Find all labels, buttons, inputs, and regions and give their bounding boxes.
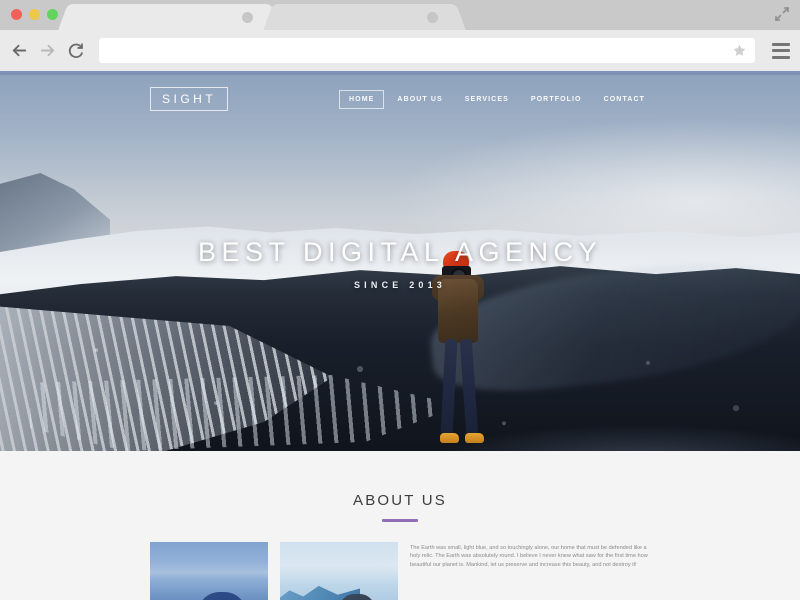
site-nav-links: HOME ABOUT US SERVICES PORTFOLIO CONTACT: [339, 89, 654, 109]
photographer-figure: [424, 251, 494, 451]
expand-arrows-icon[interactable]: [774, 6, 790, 22]
site-navbar: SIGHT HOME ABOUT US SERVICES PORTFOLIO C…: [0, 75, 800, 123]
figure-leg-left: [440, 338, 458, 436]
hero-section: BEST DIGITAL AGENCY SINCE 2013 SIGHT HOM…: [0, 75, 800, 451]
reload-icon[interactable]: [66, 41, 85, 60]
nav-item-home[interactable]: HOME: [339, 89, 385, 109]
about-heading: ABOUT US: [352, 492, 447, 509]
browser-chrome: [0, 0, 800, 75]
about-photo[interactable]: [280, 542, 398, 600]
site-logo[interactable]: SIGHT: [150, 87, 229, 111]
nav-item-services[interactable]: SERVICES: [456, 91, 518, 108]
hamburger-menu-icon[interactable]: [772, 42, 790, 59]
address-bar[interactable]: [99, 38, 755, 63]
figure-jacket: [438, 279, 478, 343]
close-window-button[interactable]: [11, 9, 22, 20]
maximize-window-button[interactable]: [47, 9, 58, 20]
figure-boot-left: [440, 433, 459, 443]
browser-tab[interactable]: [72, 4, 267, 30]
star-icon[interactable]: [732, 43, 747, 58]
about-content-grid: The Earth was small, light blue, and so …: [0, 522, 800, 600]
about-paragraph-wrap: The Earth was small, light blue, and so …: [410, 542, 650, 574]
figure-legs: [440, 338, 479, 436]
figure-leg-right: [459, 338, 479, 436]
nav-item-contact[interactable]: CONTACT: [595, 91, 654, 108]
window-controls: [11, 9, 58, 20]
nav-item-portfolio[interactable]: PORTFOLIO: [522, 91, 591, 108]
figure-boot-right: [465, 433, 484, 443]
browser-tab[interactable]: [277, 4, 452, 30]
minimize-window-button[interactable]: [29, 9, 40, 20]
hero-pebble-texture: [0, 325, 800, 451]
tab-favicon-icon: [242, 12, 253, 23]
about-section: ABOUT US The Earth was small, light blue…: [0, 451, 800, 600]
back-arrow-icon[interactable]: [10, 41, 29, 60]
about-photo[interactable]: [150, 542, 268, 600]
tab-favicon-icon: [427, 12, 438, 23]
browser-tabstrip: [0, 0, 800, 30]
about-paragraph: The Earth was small, light blue, and so …: [410, 545, 648, 568]
browser-toolbar: [0, 30, 800, 71]
forward-arrow-icon[interactable]: [38, 41, 57, 60]
nav-item-about-us[interactable]: ABOUT US: [388, 91, 451, 108]
